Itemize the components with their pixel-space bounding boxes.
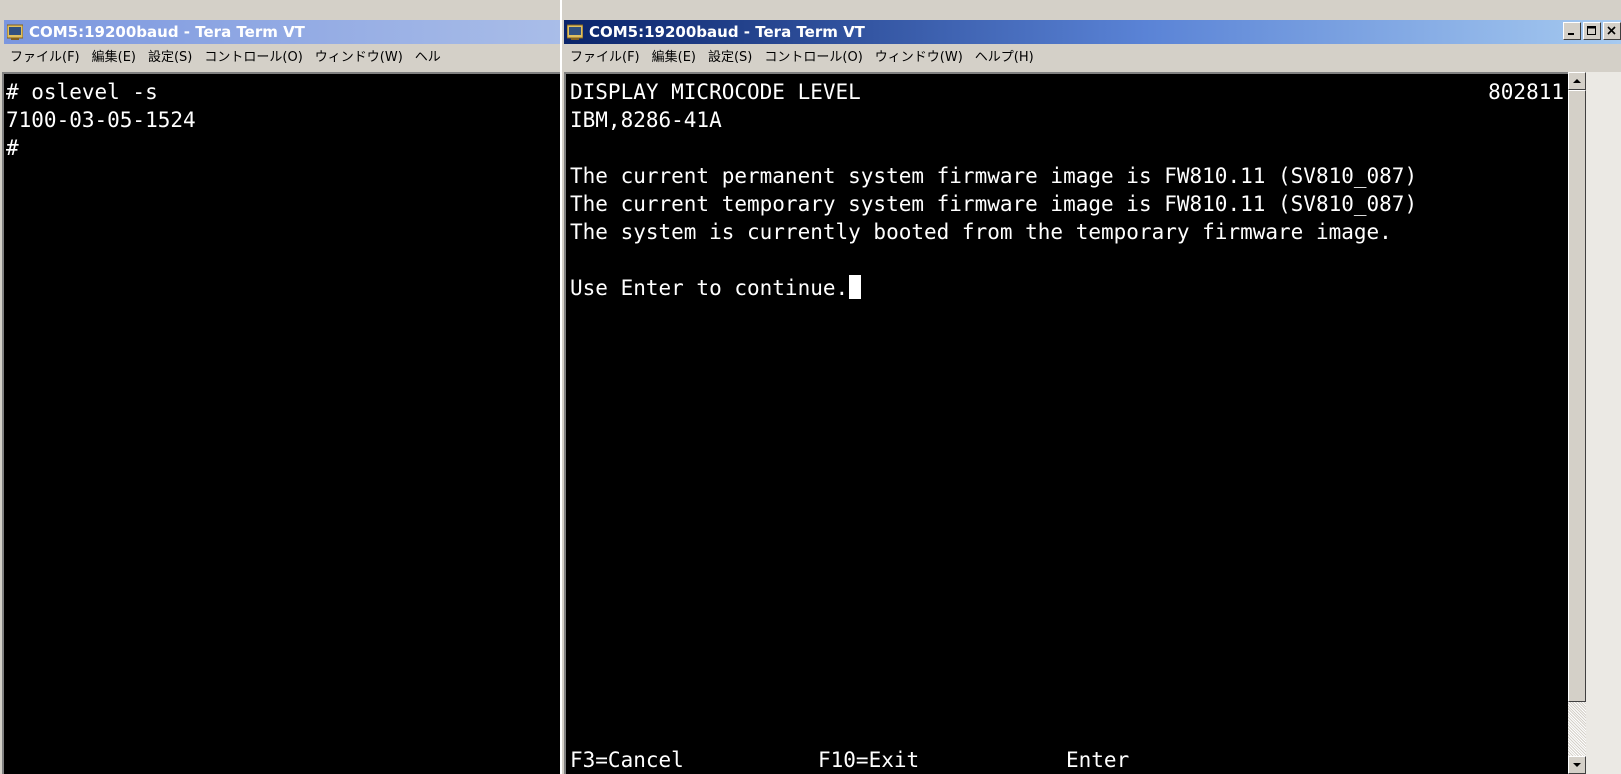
menu-edit[interactable]: 編集(E) — [86, 47, 142, 69]
terminal-line: The current permanent system firmware im… — [570, 164, 1418, 188]
top-right-code: 802811 — [1488, 80, 1564, 104]
menu-file[interactable]: ファイル(F) — [4, 47, 86, 69]
tera-term-window-right[interactable]: COM5:19200baud - Tera Term VT ファイル(F) 編集… — [560, 0, 1621, 774]
menu-bar: ファイル(F) 編集(E) 設定(S) コントロール(O) ウィンドウ(W) ヘ… — [4, 45, 560, 70]
title-bar[interactable]: COM5:19200baud - Tera Term VT — [564, 20, 1621, 44]
tera-term-icon[interactable] — [566, 24, 584, 40]
menu-bar: ファイル(F) 編集(E) 設定(S) コントロール(O) ウィンドウ(W) ヘ… — [564, 45, 1621, 70]
terminal-line: The system is currently booted from the … — [570, 220, 1392, 244]
terminal-line: 7100-03-05-1524 — [6, 108, 196, 132]
menu-file[interactable]: ファイル(F) — [564, 47, 646, 69]
vertical-scrollbar[interactable] — [1568, 72, 1621, 774]
window-title: COM5:19200baud - Tera Term VT — [589, 23, 865, 41]
terminal-line: DISPLAY MICROCODE LEVEL — [570, 80, 861, 104]
function-key-bar: F3=Cancel F10=Exit Enter — [570, 744, 1570, 774]
menu-setup[interactable]: 設定(S) — [702, 47, 758, 69]
function-key-cancel[interactable]: F3=Cancel — [570, 746, 684, 774]
scroll-thumb[interactable] — [1568, 90, 1586, 702]
scroll-down-icon[interactable] — [1568, 756, 1586, 774]
menu-help[interactable]: ヘルプ(H) — [969, 47, 1040, 69]
minimize-icon[interactable] — [1563, 22, 1581, 40]
terminal-line: The current temporary system firmware im… — [570, 192, 1418, 216]
menu-window[interactable]: ウィンドウ(W) — [869, 47, 969, 69]
terminal-screen[interactable]: DISPLAY MICROCODE LEVEL IBM,8286-41A The… — [564, 72, 1570, 774]
menu-control[interactable]: コントロール(O) — [198, 47, 308, 69]
close-icon[interactable] — [1603, 22, 1621, 40]
window-title: COM5:19200baud - Tera Term VT — [29, 23, 305, 41]
terminal-line: IBM,8286-41A — [570, 108, 722, 132]
menu-edit[interactable]: 編集(E) — [646, 47, 702, 69]
scroll-up-icon[interactable] — [1568, 72, 1586, 90]
terminal-line: # — [6, 136, 19, 160]
title-bar[interactable]: COM5:19200baud - Tera Term VT — [4, 20, 560, 44]
maximize-icon[interactable] — [1583, 22, 1601, 40]
menu-help[interactable]: ヘル — [409, 47, 447, 69]
terminal-screen[interactable]: # oslevel -s 7100-03-05-1524 # — [2, 72, 560, 774]
function-key-enter[interactable]: Enter — [1066, 746, 1129, 774]
tera-term-icon[interactable] — [6, 24, 24, 40]
function-key-exit[interactable]: F10=Exit — [818, 746, 919, 774]
menu-window[interactable]: ウィンドウ(W) — [309, 47, 409, 69]
text-cursor — [849, 275, 862, 299]
terminal-prompt-line: Use Enter to continue. — [570, 274, 1570, 302]
tera-term-window-left[interactable]: COM5:19200baud - Tera Term VT ファイル(F) 編集… — [0, 0, 560, 774]
terminal-prompt-text: Use Enter to continue. — [570, 276, 849, 300]
menu-setup[interactable]: 設定(S) — [142, 47, 198, 69]
menu-control[interactable]: コントロール(O) — [758, 47, 868, 69]
terminal-line: # oslevel -s — [6, 80, 158, 104]
caption-buttons — [1563, 22, 1621, 40]
